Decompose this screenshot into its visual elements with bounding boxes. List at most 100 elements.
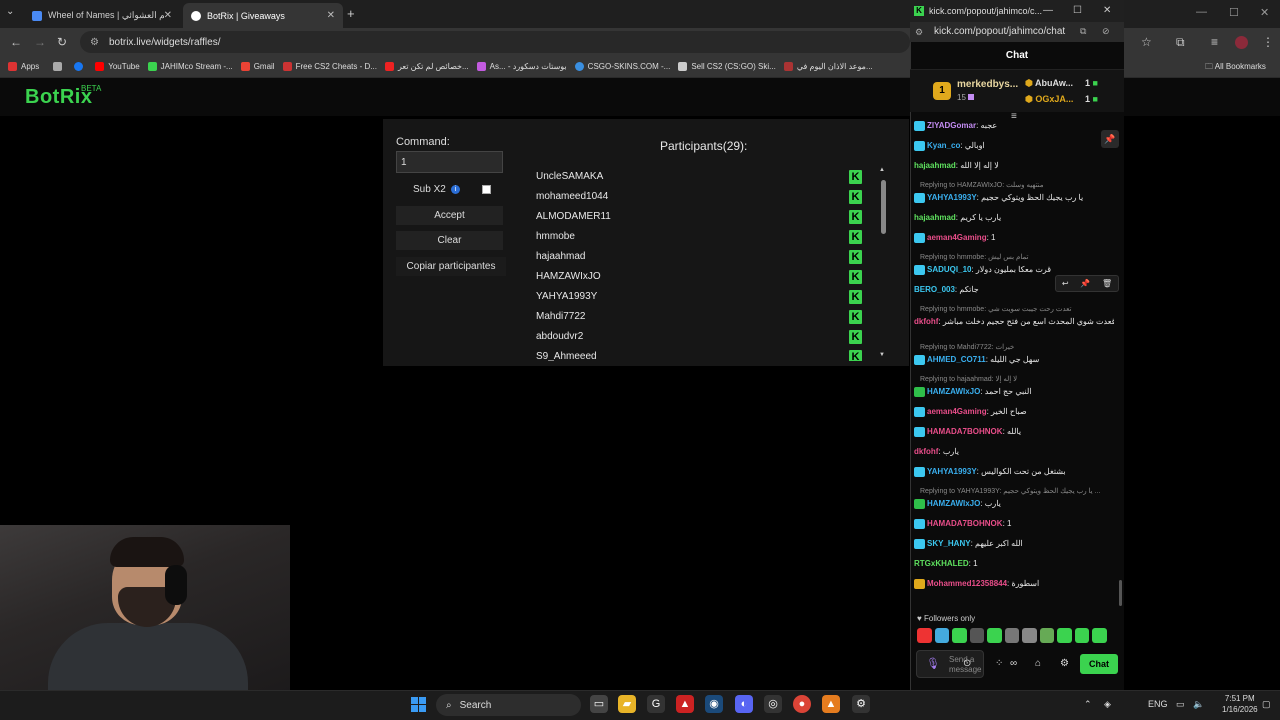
chat-username[interactable]: SKY_HANY [927,539,971,548]
profile-avatar[interactable] [1235,36,1248,49]
chat-message[interactable]: dkfohf: يارب [914,447,1112,456]
scroll-down-icon[interactable]: ▼ [879,352,885,358]
participants-list[interactable]: UncleSAMAKA Kmohameed1044 K ALMODAMER11 Khmm… [521,167,873,361]
reload-icon[interactable]: ↻ [57,35,67,49]
chat-username[interactable]: YAHYA1993Y [927,467,977,476]
copy-participants-button[interactable]: Copiar participantes [396,257,506,276]
extensions-icon[interactable]: ⧉ [1176,35,1185,50]
chat-username[interactable]: ZIYADGomar [927,121,976,130]
participant-row[interactable]: hajaahmad K [521,247,873,267]
chrome-icon[interactable]: ● [793,695,811,713]
bookmark-apps[interactable]: Apps [8,62,39,71]
chat-username[interactable]: aeman4Gaming [927,233,987,242]
participant-row[interactable]: HAMZAWIxJO K [521,267,873,287]
chat-username[interactable]: hajaahmad [914,161,956,170]
bookmark-jahimco[interactable]: JAHIMco Stream -... [147,62,233,71]
chat-scrollbar[interactable] [1119,580,1122,606]
notification-icon[interactable]: ▢ [1262,699,1271,710]
bookmark-sell-cs2[interactable]: Sell CS2 (CS:GO) Ski... [678,62,776,71]
minimize-icon[interactable]: — [1043,5,1053,16]
file-explorer-icon[interactable]: ▰ [618,695,636,713]
emote-icon[interactable] [1074,628,1090,643]
app-icon[interactable]: ▲ [676,695,694,713]
close-window-icon[interactable]: ✕ [1103,5,1111,16]
settings-icon[interactable]: ⚙ [852,695,870,713]
maximize-icon[interactable]: ☐ [1229,6,1239,19]
infinity-icon[interactable]: ∞ [1010,658,1017,669]
task-view-icon[interactable]: ▭ [590,695,608,713]
bookmark-cs2[interactable]: Free CS2 Cheats - D... [282,62,377,71]
chat-message[interactable]: YAHYA1993Y: بشتغل من تحت الكواليس [914,467,1112,477]
bookmark-features[interactable]: خصائص لم تكن تعر... [384,62,469,71]
pin-message-icon[interactable]: 📌 [1080,279,1090,288]
bookmark-csgo-skins[interactable]: CSGO-SKINS.COM -... [574,62,670,71]
participants-scrollbar[interactable] [881,180,886,234]
chat-username[interactable]: Kyan_co [927,141,960,150]
participant-row[interactable]: Mahdi7722 K [521,307,873,327]
gg-emote-icon[interactable] [969,628,985,643]
discord-icon[interactable]: ◐ [735,695,753,713]
emote-icon[interactable] [952,628,967,643]
emote-icon[interactable] [1039,628,1055,643]
tab-wheel-of-names[interactable]: Wheel of Names | عجلة الاسم العشوائي ✕ [24,3,180,28]
chat-message[interactable]: AHMED_CO711: سهل جي الليله [914,355,1112,365]
participant-row[interactable]: mohameed1044 K [521,187,873,207]
dots-icon[interactable]: ⁘ [995,658,1003,669]
chat-username[interactable]: HAMADA7BOHNOK [927,519,1003,528]
chat-username[interactable]: AHMED_CO711 [927,355,986,364]
close-icon[interactable]: ✕ [327,10,335,21]
volume-icon[interactable]: 🔈 [1193,699,1204,710]
translate-icon[interactable]: ⧉ [1080,26,1086,37]
tab-botrix-giveaways[interactable]: BotRix | Giveaways ✕ [183,3,343,28]
info-icon[interactable]: i [451,185,460,194]
participant-row[interactable]: abdoudvr2 K [521,327,873,347]
all-bookmarks[interactable]: 🗀 All Bookmarks [1205,61,1266,75]
chat-message[interactable]: YAHYA1993Y: يا رب يجيك الحظ ويتوكي حجيم [914,193,1112,203]
app-icon[interactable]: G [647,695,665,713]
bookmark-prayer-times[interactable]: موعد الاذان اليوم في... [783,62,873,71]
delete-icon[interactable]: 🗑 [1102,279,1112,288]
site-info-icon[interactable]: ⚙ [90,37,99,48]
minimize-icon[interactable]: — [1196,6,1207,18]
menu-icon[interactable]: ⋮ [1262,35,1274,49]
gifter-2[interactable]: ⬢ AbuAw... [1025,78,1073,89]
participant-row[interactable]: UncleSAMAKA K [521,167,873,187]
site-info-icon[interactable]: ⚙ [915,27,923,38]
kick-url-bar[interactable]: kick.com/popout/jahimco/chat [910,22,1124,42]
emote-icon[interactable] [1004,628,1020,643]
chat-username[interactable]: Mohammed12358844 [927,579,1007,588]
address-bar[interactable]: ⚙ botrix.live/widgets/raffles/ [80,31,910,53]
participant-row[interactable]: YAHYA1993Y K [521,287,873,307]
chat-message[interactable]: aeman4Gaming: صباح الخير [914,407,1112,417]
clear-button[interactable]: Clear [396,231,503,250]
chat-username[interactable]: HAMZAWIxJO [927,499,980,508]
participant-row[interactable]: S9_Ahmeeed K [521,347,873,361]
reply-icon[interactable]: ↩ [1062,279,1069,288]
language-indicator[interactable]: ENG [1148,699,1168,709]
eye-off-icon[interactable]: ⊘ [1102,26,1110,37]
chat-message[interactable]: Kyan_co: اوبالي [914,141,1112,151]
participant-row[interactable]: ALMODAMER11 K [521,207,873,227]
tray-app-icon[interactable]: ◈ [1104,699,1111,710]
emote-icon[interactable] [934,628,950,643]
chat-message[interactable]: aeman4Gaming: 1 [914,233,1112,243]
chat-message[interactable]: HAMZAWIxJO: يارب [914,499,1112,509]
settings-gear-icon[interactable]: ⚙ [1060,658,1069,669]
bookmark-star-icon[interactable]: ☆ [1141,35,1152,49]
tray-chevron-icon[interactable]: ⌃ [1084,699,1092,710]
steam-icon[interactable]: ◉ [705,695,723,713]
accept-button[interactable]: Accept [396,206,503,225]
app-icon[interactable]: ▲ [822,695,840,713]
chat-username[interactable]: dkfohf [914,317,938,326]
bookmark-youtube[interactable]: YouTube [95,62,140,71]
close-icon[interactable]: ✕ [164,10,172,21]
forward-icon[interactable]: → [34,35,46,49]
chat-username[interactable]: BERO_003 [914,285,955,294]
bookmark-gmail[interactable]: Gmail [240,62,275,71]
tab-list-chevron-icon[interactable]: ⌄ [6,6,14,17]
emote-icon[interactable] [1092,628,1108,643]
maximize-icon[interactable]: ☐ [1073,5,1082,16]
network-icon[interactable]: ▭ [1176,699,1185,710]
emote-icon[interactable] [1022,628,1037,643]
back-icon[interactable]: ← [10,35,22,49]
